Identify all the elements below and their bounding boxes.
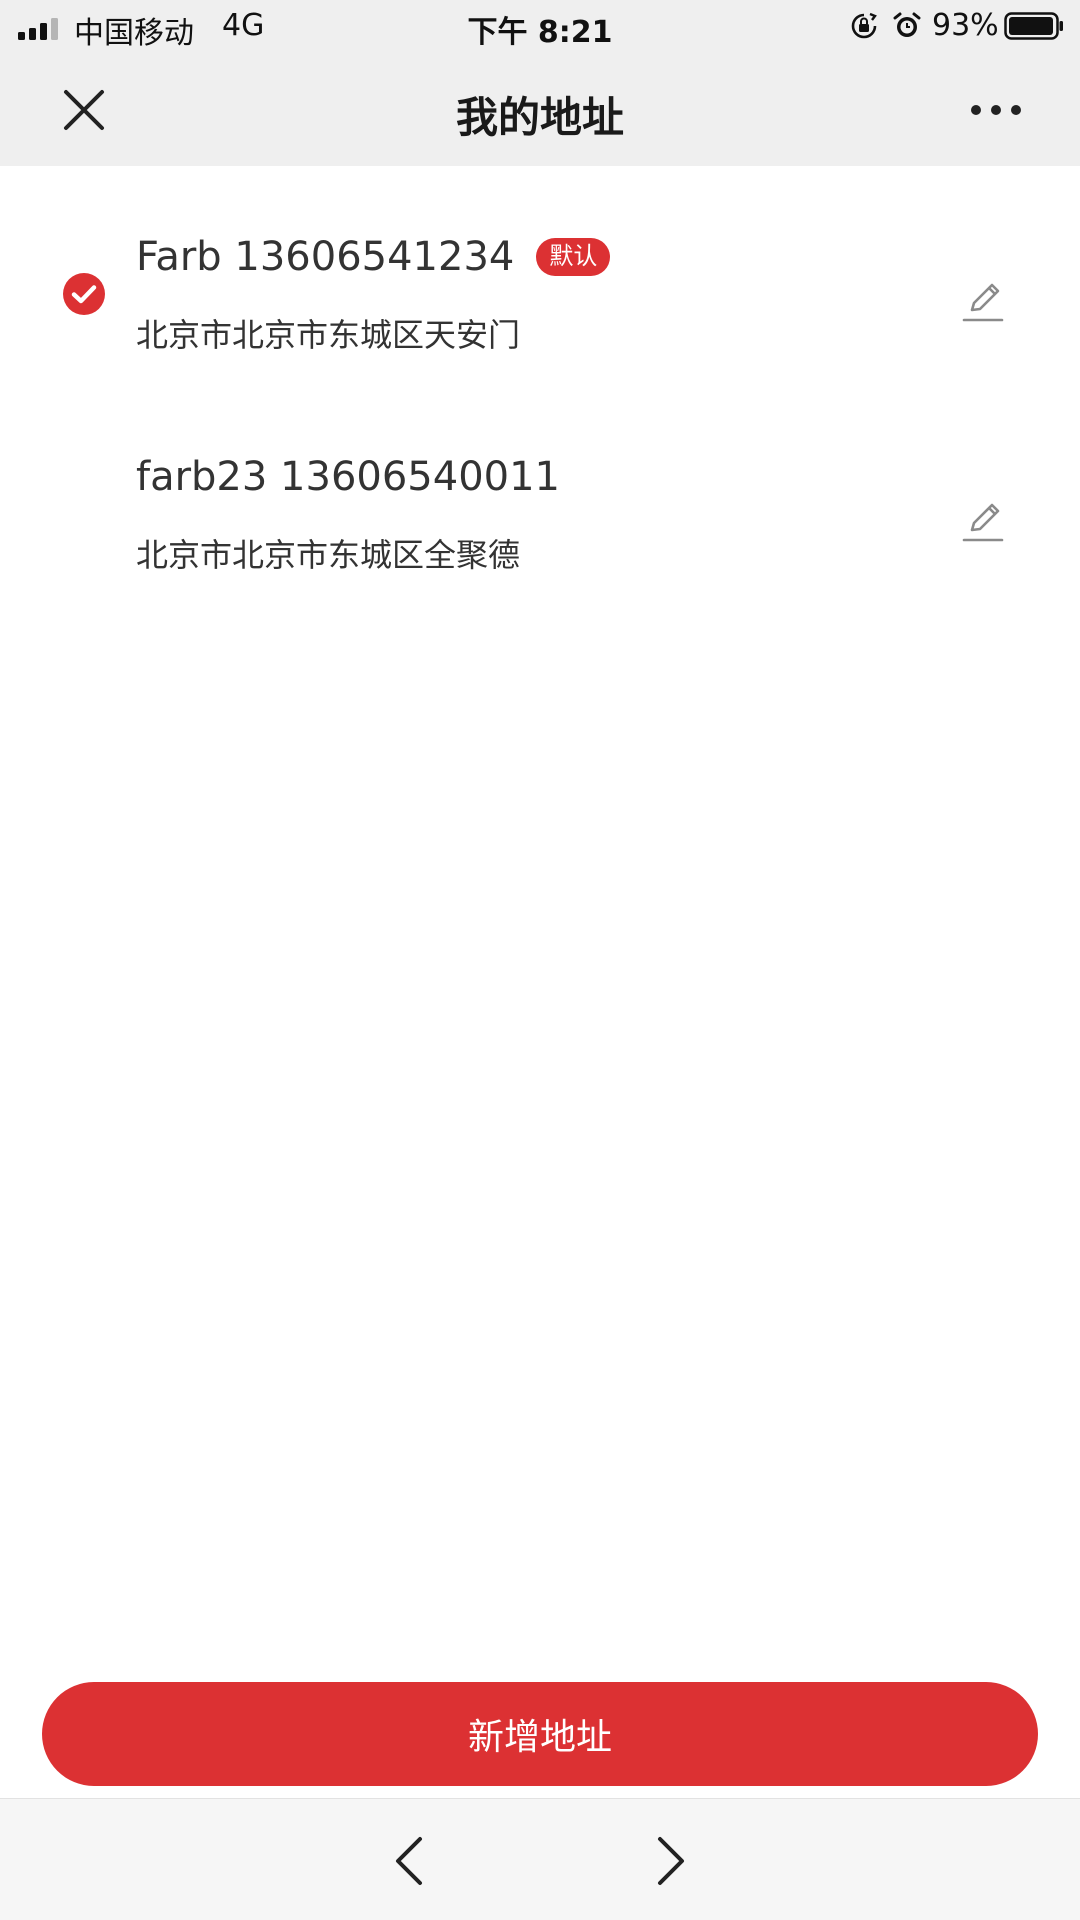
address-text: 北京市北京市东城区全聚德	[136, 536, 521, 574]
bottom-toolbar	[0, 1798, 1080, 1920]
edit-icon[interactable]	[958, 276, 1008, 326]
battery-percent: 93%	[932, 8, 999, 43]
address-item[interactable]: farb23 13606540011 北京市北京市东城区全聚德	[0, 446, 1080, 646]
alarm-icon	[893, 12, 921, 37]
check-circle-icon	[63, 273, 105, 315]
default-badge: 默认	[536, 238, 611, 276]
chevron-left-icon[interactable]	[380, 1829, 440, 1893]
more-icon	[971, 105, 1021, 115]
contact-name-phone: Farb 13606541234	[136, 234, 515, 280]
add-address-button[interactable]: 新增地址	[42, 1682, 1038, 1786]
page-title: 我的地址	[455, 93, 624, 142]
battery-icon	[1004, 12, 1063, 40]
address-contact-line: farb23 13606540011	[136, 454, 560, 500]
more-button[interactable]	[960, 80, 1032, 140]
chevron-right-icon[interactable]	[640, 1829, 700, 1893]
status-bar: 中国移动 4G 下午 8:21 93%	[0, 0, 1080, 54]
add-address-label: 新增地址	[467, 1717, 612, 1758]
contact-name-phone: farb23 13606540011	[136, 454, 560, 500]
address-contact-line: Farb 13606541234 默认	[136, 234, 611, 280]
address-text: 北京市北京市东城区天安门	[136, 316, 521, 354]
address-item[interactable]: Farb 13606541234 默认 北京市北京市东城区天安门	[0, 226, 1080, 426]
edit-icon[interactable]	[958, 496, 1008, 546]
nav-bar: 我的地址	[0, 54, 1080, 166]
rotation-lock-icon	[851, 12, 877, 39]
